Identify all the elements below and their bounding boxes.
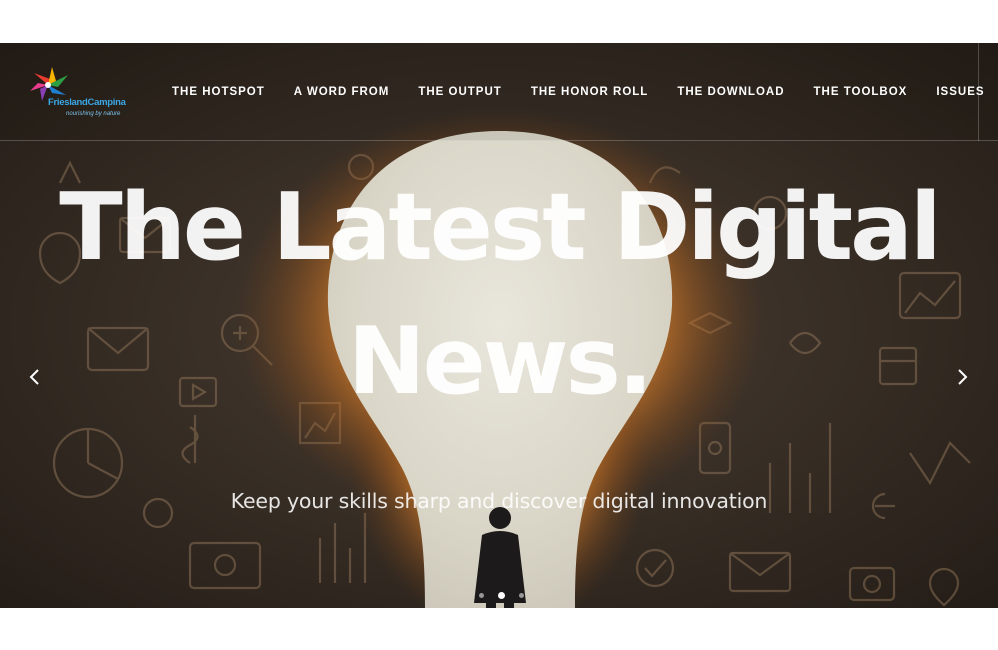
main-nav: THE HOTSPOT A WORD FROM THE OUTPUT THE H… bbox=[172, 43, 985, 141]
hero-headline-line-1: The Latest Digital bbox=[59, 173, 941, 281]
nav-item-the-toolbox[interactable]: THE TOOLBOX bbox=[814, 86, 908, 98]
header-divider bbox=[978, 43, 979, 141]
chevron-left-icon bbox=[29, 369, 39, 385]
nav-item-a-word-from[interactable]: A WORD FROM bbox=[294, 86, 390, 98]
hero-headline-line-2: News. bbox=[347, 307, 654, 415]
slider-dot-1[interactable] bbox=[479, 593, 484, 598]
slider-next-button[interactable] bbox=[951, 365, 973, 389]
slider-prev-button[interactable] bbox=[24, 365, 46, 389]
hero-subtitle: Keep your skills sharp and discover digi… bbox=[230, 489, 768, 513]
nav-item-the-hotspot[interactable]: THE HOTSPOT bbox=[172, 86, 265, 98]
slider-pagination bbox=[472, 592, 531, 599]
slider-dot-2[interactable] bbox=[498, 592, 505, 599]
nav-item-the-honor-roll[interactable]: THE HONOR ROLL bbox=[531, 86, 649, 98]
brand-tagline: nourishing by nature bbox=[66, 111, 121, 117]
chevron-right-icon bbox=[958, 369, 968, 385]
nav-item-the-output[interactable]: THE OUTPUT bbox=[418, 86, 501, 98]
nav-item-the-download[interactable]: THE DOWNLOAD bbox=[677, 86, 784, 98]
hero-slider: FrieslandCampina nourishing by nature TH… bbox=[0, 43, 998, 608]
site-header: FrieslandCampina nourishing by nature TH… bbox=[0, 43, 998, 141]
slider-dot-3[interactable] bbox=[519, 593, 524, 598]
brand-logo[interactable]: FrieslandCampina nourishing by nature bbox=[28, 65, 140, 121]
brand-name: FrieslandCampina bbox=[48, 97, 126, 108]
